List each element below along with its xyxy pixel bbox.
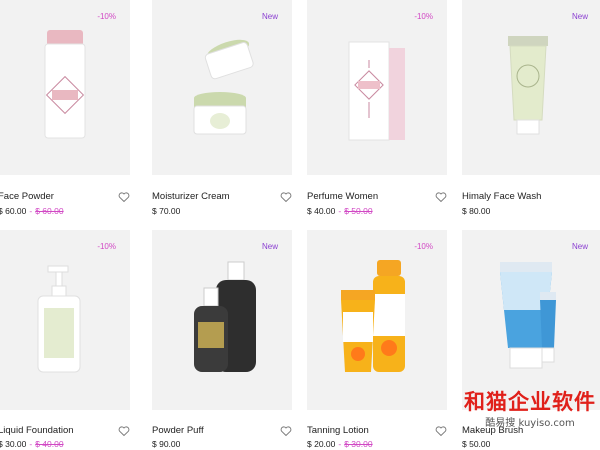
product-price-row: $ 80.00 — [462, 206, 490, 216]
price-dash: - — [338, 439, 342, 449]
powder-puff-bottles-illustration — [194, 261, 256, 372]
discount-badge: -10% — [97, 242, 116, 251]
product-price-row: $ 70.00 — [152, 206, 180, 216]
product-image[interactable]: -10% — [307, 230, 447, 410]
old-price: $ 40.00 — [35, 439, 64, 449]
moisturizer-jars-illustration — [193, 39, 254, 135]
current-price: $ 70.00 — [152, 206, 181, 216]
heart-icon[interactable] — [118, 425, 130, 437]
current-price: $ 30.00 — [0, 439, 27, 449]
tanning-lotion-illustration — [341, 260, 405, 372]
product-name[interactable]: Powder Puff — [152, 425, 204, 436]
product-name[interactable]: Himaly Face Wash — [462, 191, 541, 202]
watermark-cn: 和猫企业软件 — [464, 389, 596, 414]
new-badge: New — [261, 242, 278, 251]
product-image[interactable]: -10% — [307, 0, 447, 175]
product-grid: -10% Face Powder $ 60.00- $ 60.00 New Moi… — [0, 0, 600, 450]
current-price: $ 80.00 — [462, 206, 491, 216]
watermark: 和猫企业软件 酷易搜 kuyiso.com — [464, 386, 596, 429]
new-badge: New — [571, 242, 588, 251]
current-price: $ 40.00 — [307, 206, 336, 216]
price-dash: - — [29, 439, 33, 449]
heart-icon[interactable] — [280, 425, 292, 437]
product-price-row: $ 50.00 — [462, 439, 490, 449]
old-price: $ 60.00 — [35, 206, 64, 216]
current-price: $ 50.00 — [462, 439, 491, 449]
heart-icon[interactable] — [280, 191, 292, 203]
liquid-foundation-pump-illustration — [37, 265, 81, 373]
product-price-row: $ 20.00- $ 30.00 — [307, 439, 373, 449]
new-badge: New — [261, 12, 278, 21]
product-image[interactable]: -10% — [0, 0, 130, 175]
watermark-sub: 酷易搜 — [485, 418, 516, 429]
makeup-brush-tubes-illustration — [500, 262, 556, 369]
discount-badge: -10% — [97, 12, 116, 21]
discount-badge: -10% — [414, 12, 433, 21]
face-wash-tube-illustration — [508, 36, 548, 135]
product-name[interactable]: Liquid Foundation — [0, 425, 74, 436]
discount-badge: -10% — [414, 242, 433, 251]
product-price-row: $ 40.00- $ 50.00 — [307, 206, 373, 216]
product-image[interactable]: -10% — [0, 230, 130, 410]
product-name[interactable]: Moisturizer Cream — [152, 191, 230, 202]
price-dash: - — [29, 206, 33, 216]
product-image[interactable]: New — [462, 0, 600, 175]
product-image[interactable]: New — [152, 0, 292, 175]
face-powder-bottle-illustration — [44, 30, 86, 139]
heart-icon[interactable] — [435, 425, 447, 437]
watermark-url: kuyiso.com — [518, 418, 575, 429]
current-price: $ 90.00 — [152, 439, 181, 449]
product-price-row: $ 30.00- $ 40.00 — [0, 439, 64, 449]
heart-icon[interactable] — [435, 191, 447, 203]
current-price: $ 60.00 — [0, 206, 27, 216]
product-name[interactable]: Tanning Lotion — [307, 425, 369, 436]
old-price: $ 30.00 — [344, 439, 373, 449]
heart-icon[interactable] — [118, 191, 130, 203]
current-price: $ 20.00 — [307, 439, 336, 449]
product-name[interactable]: Perfume Women — [307, 191, 378, 202]
perfume-box-illustration — [348, 41, 405, 141]
product-image[interactable]: New — [152, 230, 292, 410]
product-price-row: $ 90.00 — [152, 439, 180, 449]
new-badge: New — [571, 12, 588, 21]
product-price-row: $ 60.00- $ 60.00 — [0, 206, 64, 216]
product-name[interactable]: Face Powder — [0, 191, 54, 202]
price-dash: - — [338, 206, 342, 216]
watermark-en: 酷易搜 kuyiso.com — [464, 414, 596, 429]
product-image[interactable]: New — [462, 230, 600, 410]
old-price: $ 50.00 — [344, 206, 373, 216]
